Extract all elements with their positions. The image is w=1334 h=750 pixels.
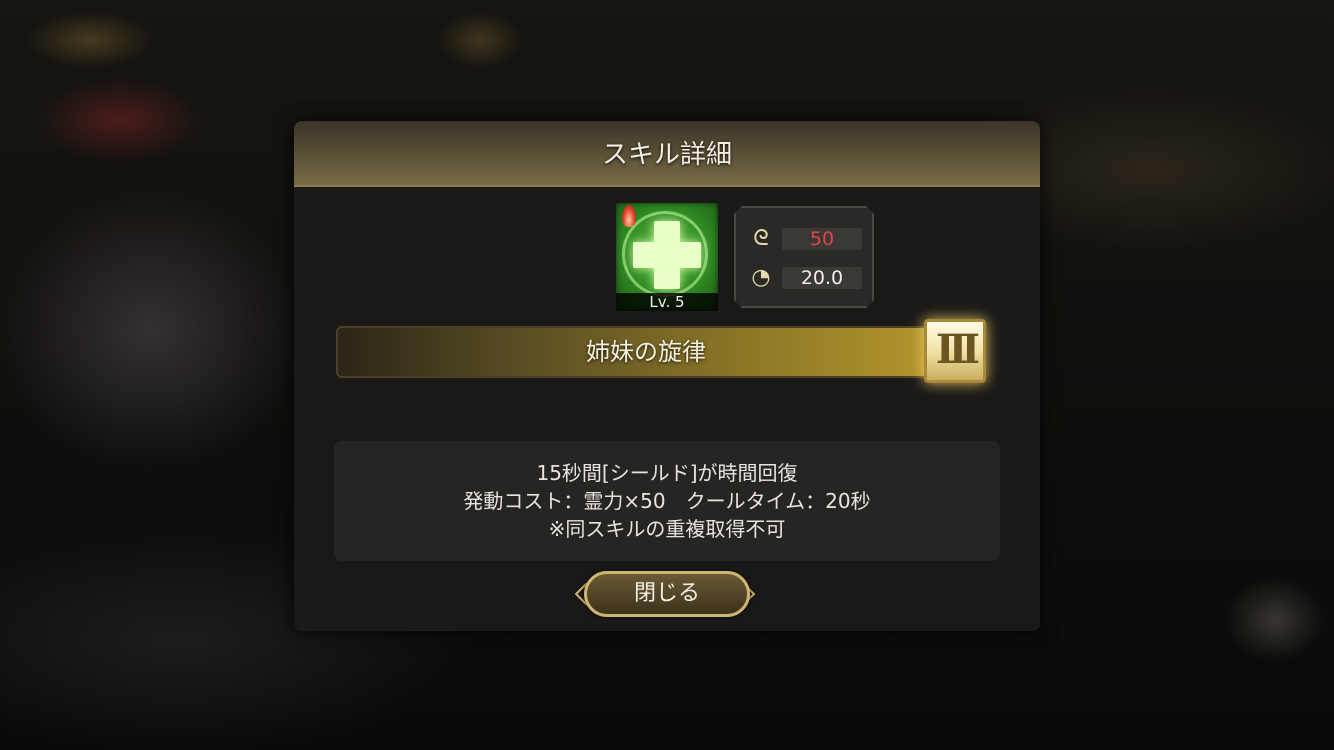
skill-name: 姉妹の旋律 xyxy=(586,338,706,366)
cooldown-row: ◔ 20.0 xyxy=(748,267,864,289)
fire-element-icon xyxy=(622,205,636,227)
skill-stats-panel: ᘓ 50 ◔ 20.0 xyxy=(734,206,874,308)
description-line: 発動コスト：霊力×50 クールタイム：20秒 xyxy=(463,489,871,513)
cost-value: 50 xyxy=(782,228,862,250)
skill-detail-dialog: スキル詳細 Lv. 5 ᘓ 50 ◔ 20.0 姉妹の旋律 III 15秒間[シ… xyxy=(294,121,1040,631)
skill-level-label: Lv. 5 xyxy=(616,293,718,311)
description-line: 15秒間[シールド]が時間回復 xyxy=(536,461,798,485)
stopwatch-icon: ◔ xyxy=(751,265,771,290)
cooldown-value: 20.0 xyxy=(782,267,862,289)
close-button[interactable]: 閉じる xyxy=(584,571,750,617)
dialog-title: スキル詳細 xyxy=(601,140,732,170)
spirit-cost-icon: ᘓ xyxy=(753,226,769,251)
skill-rank-badge: III xyxy=(924,319,986,383)
skill-icon: Lv. 5 xyxy=(616,203,718,311)
cost-row: ᘓ 50 xyxy=(748,228,864,250)
skill-description-box: 15秒間[シールド]が時間回復 発動コスト：霊力×50 クールタイム：20秒 ※… xyxy=(334,441,1000,561)
description-line: ※同スキルの重複取得不可 xyxy=(548,517,786,541)
